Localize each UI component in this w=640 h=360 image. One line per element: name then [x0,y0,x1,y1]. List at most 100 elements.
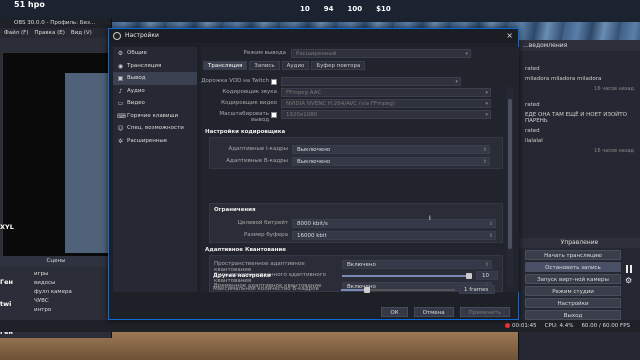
content-scrollbar[interactable] [507,87,513,287]
sidebar-item-gear[interactable]: ⚙ Общие [113,47,197,60]
scene-item[interactable]: игры [30,270,110,279]
max-bframes-input[interactable]: 1 frames [459,285,495,294]
rescale-select[interactable]: 1920x1080 ▾ [281,110,491,119]
cpu-usage: CPU: 4.4% [544,323,574,329]
hud-item: 94 [323,5,334,13]
gear-icon[interactable]: ⚙ [625,276,632,285]
scenes-header: Сцены [0,256,112,266]
video-encoder-label: Кодировщик видео [221,100,277,106]
menu-file[interactable]: Файл (F) [4,29,28,37]
buffer-input[interactable]: 16000 kbit ⇕ [292,231,496,240]
chat-timestamp: 16 часов назад [594,86,634,92]
output-tabs: Трансляция Запись Аудио Буфер повтора [203,61,366,70]
audio-encoder-value: FFmpeg AAC [286,90,322,96]
adaptive-b-value: Выключено [297,159,331,165]
sidebar-item-keyboard[interactable]: ⌨ Горячие клавиши [113,110,197,123]
video-encoder-row: Кодировщик видео NVIDIA NVENC H.264/AVC … [201,99,511,110]
sidebar-item-globe[interactable]: ◉ Трансляция [113,60,197,73]
sidebar-item-label: Расширенные [127,137,168,144]
scene-item[interactable]: фулл камера [30,288,110,297]
spinner-icon[interactable]: ⇕ [489,232,493,241]
obs-menu-bar: Файл (F) Правка (E) Вид (V) [0,28,111,38]
video-encoder-value: NVIDIA NVENC H.264/AVC (via FFmpeg) [286,101,396,107]
rescale-checkbox[interactable] [271,112,277,118]
aq-header: Адаптивное Квантование [205,247,286,253]
fps-readout: 60.00 / 60.00 FPS [581,323,630,329]
overlay-player-name: 51 hpo [14,0,45,9]
right-dock: ...ведомления rated miladora miladora mi… [518,40,640,360]
output-mode-row: Режим вывода Расширенный ▾ [201,49,511,60]
vod-track-select[interactable]: ▾ [281,77,461,86]
chevron-updown-icon: ⇕ [482,147,487,153]
output-mode-value: Расширенный [296,51,337,57]
preview-content [65,73,109,253]
close-icon[interactable]: × [506,29,513,43]
start-stream-button[interactable]: Начать трансляцию [525,250,621,260]
scene-item[interactable]: ЧУВС [30,297,110,306]
chat-message: ilalalal [525,138,543,144]
vod-track-checkbox[interactable] [271,79,277,85]
spatial-aq-select[interactable]: Включено ⇕ [342,260,492,269]
audio-encoder-select[interactable]: FFmpeg AAC ▾ [281,88,491,97]
audio-encoder-label: Кодировщик звука [222,89,277,95]
settings-button[interactable]: Настройки [525,298,621,308]
apply-button[interactable]: Применить [459,307,510,317]
chevron-down-icon: ▾ [485,101,488,107]
ok-button[interactable]: ОК [381,307,408,317]
obs-main-window: OBS 30.0.0 - Профиль: Без... Файл (F) Пр… [0,18,112,338]
record-icon [504,323,510,328]
chat-message: rated [525,128,540,134]
menu-edit[interactable]: Правка (E) [34,29,64,37]
bitrate-input[interactable]: 8000 kbit/s ⇕ [292,219,496,228]
video-encoder-select[interactable]: NVIDIA NVENC H.264/AVC (via FFmpeg) ▾ [281,99,491,108]
spinner-icon[interactable]: ⇕ [489,220,493,229]
max-bframes-value: 1 frames [464,287,489,293]
dialog-title: Настройки [125,32,159,39]
menu-view[interactable]: Вид (V) [71,29,92,37]
rescale-row: Масштабировать вывод 1920x1080 ▾ [201,110,511,123]
sidebar-item-speaker[interactable]: ♪ Аудио [113,85,197,98]
studio-mode-button[interactable]: Режим студии [525,286,621,296]
sidebar-item-label: Вывод [127,75,146,81]
virtual-camera-button[interactable]: Запуск вирт-ной камеры [525,274,621,284]
obs-window-title: OBS 30.0.0 - Профиль: Без... [0,18,111,28]
vod-track-row: Дорожка VOD на Twitch ▾ [201,77,511,88]
hud-item: $10 [376,5,391,13]
adaptive-b-label: Адаптивные B-кадры [226,158,288,164]
slider-handle[interactable] [363,287,370,293]
max-bframes-slider[interactable] [341,287,455,293]
tab-stream[interactable]: Трансляция [203,61,248,70]
sidebar-item-label: Общие [127,50,147,56]
chevron-down-icon: ▾ [485,112,488,118]
sidebar-item-accessibility[interactable]: ☺ Спец. возможности [113,122,197,135]
scene-item[interactable]: видосы [30,279,110,288]
overlay-chat-name: Ген [0,278,14,286]
scrollbar-thumb[interactable] [508,99,512,249]
adaptive-i-select[interactable]: Выключено ⇕ [292,145,490,154]
sidebar-item-wrench[interactable]: ✲ Расширенные [113,135,197,148]
adaptive-i-row: Адаптивные I-кадры Выключено ⇕ [210,145,504,156]
rescale-value: 1920x1080 [286,112,318,118]
chat-message: ЕДЕ ОНА ТАМ ЕЩЁ И НОЕТ ИЗОЙТО ПАРЕНЬ [525,112,627,124]
overlay-chat-name: twi [0,300,12,308]
overlay-chat-name: XYL [0,223,14,231]
sidebar-item-label: Трансляция [127,62,162,69]
output-mode-select[interactable]: Расширенный ▾ [291,49,471,58]
other-settings-header: Другие настройки [213,273,271,279]
output-mode-label: Режим вывода [243,50,287,56]
tab-audio[interactable]: Аудио [281,61,310,70]
exit-button[interactable]: Выход [525,310,621,320]
max-bframes-label: Максимальное количество B-кадров [213,286,319,292]
spatial-aq-value: Включено [347,262,376,268]
cancel-button[interactable]: Отмена [413,307,454,317]
scene-item[interactable]: интро [30,306,110,315]
dialog-buttons: ОК Отмена Применить [381,307,510,317]
sidebar-item-monitor[interactable]: ▭ Видео [113,97,197,110]
stop-recording-button[interactable]: Остановить запись [525,262,621,272]
obs-preview [2,52,110,262]
adaptive-b-select[interactable]: Выключено ⇕ [292,157,490,166]
tab-recording[interactable]: Запись [249,61,280,70]
pause-icon[interactable] [626,265,633,273]
sidebar-item-output[interactable]: ▣ Вывод [113,72,197,85]
tab-replay-buffer[interactable]: Буфер повтора [311,61,366,70]
